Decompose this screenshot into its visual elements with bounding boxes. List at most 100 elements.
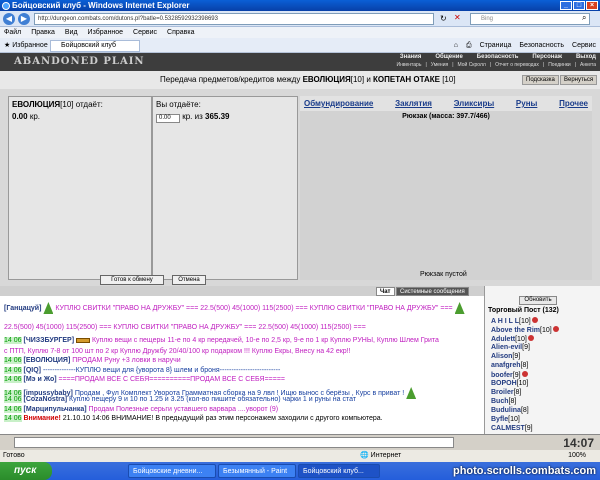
user-level: [8] xyxy=(520,362,529,369)
start-button[interactable]: пуск xyxy=(0,462,52,480)
menu-help[interactable]: Справка xyxy=(167,27,194,38)
chat-line: 22.5(500) 45(1000) 115(2500) === КУПЛЮ С… xyxy=(4,324,366,331)
home-icon[interactable]: ⌂ xyxy=(454,38,458,53)
user-item[interactable]: Byfle[10] xyxy=(491,416,520,423)
forward-arrow-icon[interactable]: ▶ xyxy=(18,13,30,25)
task-button[interactable]: Бойцовские дневни... xyxy=(128,464,216,478)
chat-line: [Ганцацуй] КУПЛЮ СВИТКИ "ПРАВО НА ДРУЖБУ… xyxy=(4,302,465,314)
safety-menu[interactable]: Безопасность xyxy=(519,38,564,53)
hint-button[interactable]: Подсказка xyxy=(522,75,559,85)
favorites-label: Избранное xyxy=(12,42,48,49)
chat-nick[interactable]: [ЕВОЛЮЦИЯ] xyxy=(23,357,70,364)
task-button[interactable]: Безымянный - Paint xyxy=(218,464,296,478)
user-item[interactable]: BOPOH[10] xyxy=(491,380,528,387)
user-item[interactable]: boofer[9] xyxy=(491,371,528,379)
player1-name[interactable]: ЕВОЛЮЦИЯ xyxy=(303,75,351,84)
user-name: Alison xyxy=(491,353,513,360)
chat-text: 21.10.10 14:06 ВНИМАНИЕ! В предыдущий ра… xyxy=(62,415,383,422)
user-item[interactable]: Buch[8] xyxy=(491,398,516,405)
zoom-level[interactable]: 100% xyxy=(568,450,586,462)
address-toolbar: ◀ ▶ http://dungeon.combats.com/dutons.pl… xyxy=(0,11,600,27)
browser-tab[interactable]: Бойцовский клуб xyxy=(50,40,140,52)
subnav-profile[interactable]: Анкета xyxy=(580,62,596,68)
user-item[interactable]: Above the Rim[10] xyxy=(491,326,559,334)
search-input[interactable]: Bing xyxy=(470,13,590,25)
nav-knowledge[interactable]: Знания xyxy=(400,54,422,60)
chat-text: Куплю пещеру 9 и 10 по 1.25 и 3.25 (кол-… xyxy=(69,396,357,403)
user-level: [8] xyxy=(508,398,517,405)
user-item[interactable]: Adulett[10] xyxy=(491,335,534,343)
user-item[interactable]: A H I L L[10] xyxy=(491,317,538,325)
game-header: ABANDONED PLAIN Знания Общение Безопасно… xyxy=(0,53,600,71)
tab-equipment[interactable]: Обмундирование xyxy=(304,99,373,108)
user-name: CALMEST xyxy=(491,425,525,432)
menu-edit[interactable]: Правка xyxy=(31,27,55,38)
menu-file[interactable]: Файл xyxy=(4,27,21,38)
user-item[interactable]: Budulina[8] xyxy=(491,407,529,414)
close-button[interactable]: × xyxy=(586,1,598,10)
menu-tools[interactable]: Сервис xyxy=(133,27,157,38)
tools-menu[interactable]: Сервис xyxy=(572,38,596,53)
chat-nick[interactable]: [Ганцацуй] xyxy=(4,305,41,312)
user-level: [8] xyxy=(513,389,522,396)
chat-nick[interactable]: [CozaNostra] xyxy=(23,396,67,403)
back-arrow-icon[interactable]: ◀ xyxy=(3,13,15,25)
subnav-skills[interactable]: Умения xyxy=(431,62,448,68)
nav-security[interactable]: Безопасность xyxy=(477,54,519,60)
chat-input-bar: 14:07 xyxy=(0,434,600,450)
address-input[interactable]: http://dungeon.combats.com/dutons.pl?bat… xyxy=(34,13,434,25)
user-level: [10] xyxy=(540,327,552,334)
back-button[interactable]: Вернуться xyxy=(560,75,598,85)
subnav-duels[interactable]: Поединки xyxy=(548,62,571,68)
chat-message-input[interactable] xyxy=(14,437,454,448)
nav-character[interactable]: Персонаж xyxy=(532,54,562,60)
inventory-panel: Обмундирование Заклятия Эликсиры Руны Пр… xyxy=(300,96,592,280)
minimize-button[interactable]: _ xyxy=(560,1,572,10)
tab-chat[interactable]: Чат xyxy=(376,287,395,296)
chat-nick[interactable]: [Мэ и Жо] xyxy=(23,376,56,383)
room-title: Торговый Пост (132) xyxy=(488,307,559,314)
subnav-transfers-report[interactable]: Отчет о переводах xyxy=(495,62,539,68)
print-icon[interactable]: ⎙ xyxy=(466,38,472,53)
nav-communication[interactable]: Общение xyxy=(435,54,462,60)
user-item[interactable]: Alien-evil[9] xyxy=(491,344,530,351)
clan-icon xyxy=(527,335,534,341)
favorites-bar: ★ Избранное Бойцовский клуб ⌂ ⎙ Страница… xyxy=(0,38,600,53)
chat-nick[interactable]: [Марципульчанка] xyxy=(23,406,86,413)
favorites-button[interactable]: ★ Избранное xyxy=(4,38,48,53)
stop-icon[interactable]: ✕ xyxy=(454,13,461,22)
nav-exit[interactable]: Выход xyxy=(576,54,596,60)
tab-system-messages[interactable]: Системные сообщения xyxy=(396,287,469,296)
task-button[interactable]: Бойцовский клуб... xyxy=(298,464,380,478)
transfer-and: и xyxy=(366,75,371,84)
menu-favorites[interactable]: Избранное xyxy=(88,27,123,38)
user-item[interactable]: anafgreh[8] xyxy=(491,362,528,369)
menu-view[interactable]: Вид xyxy=(65,27,78,38)
my-money-input[interactable]: 0.00 xyxy=(156,114,180,123)
tab-other[interactable]: Прочее xyxy=(559,99,588,108)
search-icon[interactable]: ⌕ xyxy=(582,13,586,23)
cancel-button[interactable]: Отмена xyxy=(172,275,206,285)
user-item[interactable]: Broiler[8] xyxy=(491,389,521,396)
tab-spells[interactable]: Заклятия xyxy=(395,99,432,108)
user-level: [10] xyxy=(519,318,531,325)
tab-runes[interactable]: Руны xyxy=(516,99,537,108)
subnav-inventory[interactable]: Инвентарь xyxy=(397,62,422,68)
refresh-icon[interactable]: ↻ xyxy=(440,14,447,23)
refresh-button[interactable]: Обновить xyxy=(519,296,557,305)
user-item[interactable]: CALMEST[9] xyxy=(491,425,533,432)
chat-nick[interactable]: [QIQ] xyxy=(23,367,41,374)
tab-elixirs[interactable]: Эликсиры xyxy=(454,99,494,108)
page-menu[interactable]: Страница xyxy=(480,38,512,53)
chat-line: 14 06 [CozaNostra] Куплю пещеру 9 и 10 п… xyxy=(4,396,356,403)
user-name: Byfle xyxy=(491,416,509,423)
user-item[interactable]: Alison[9] xyxy=(491,353,520,360)
maximize-button[interactable]: □ xyxy=(573,1,585,10)
ready-button[interactable]: Готов к обмену xyxy=(100,275,164,285)
chat-nick[interactable]: [ЧИЗЗБУРГЕР] xyxy=(23,337,74,344)
chat-line: 14 06 [Мэ и Жо] ====ПРОДАМ ВСЕ С СЕБЯ===… xyxy=(4,376,285,383)
subnav-my-scroll[interactable]: Мой Скролл xyxy=(458,62,486,68)
window-titlebar: Бойцовский клуб - Windows Internet Explo… xyxy=(0,0,600,11)
ie-icon xyxy=(2,2,10,10)
player2-name[interactable]: КОПЕТАН ОТАКЕ xyxy=(373,75,440,84)
